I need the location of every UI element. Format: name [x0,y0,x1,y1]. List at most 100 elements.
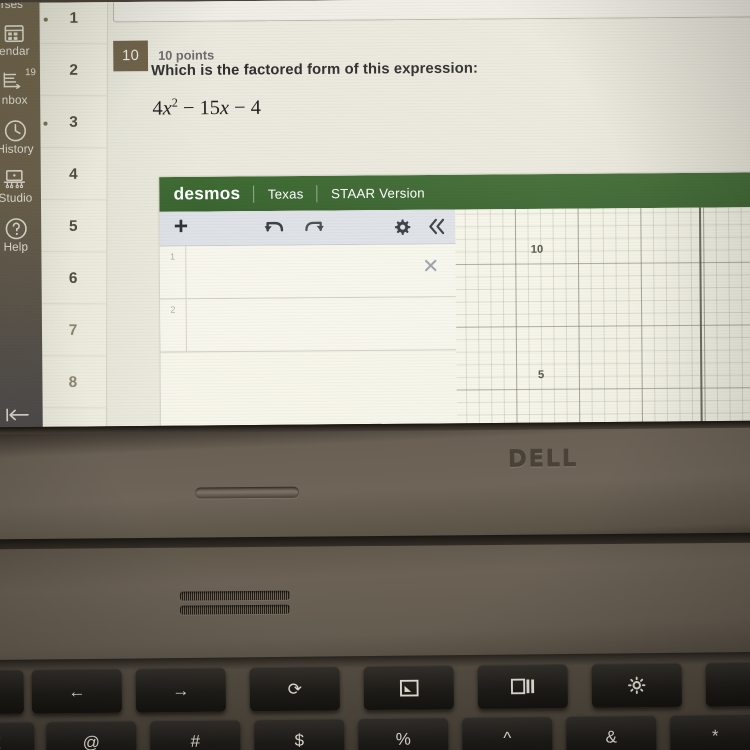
key-window-switcher[interactable] [477,663,568,709]
key-caret[interactable]: ^ [462,716,553,750]
header-divider-2 [316,184,318,202]
unanswered-dot-icon [43,17,48,22]
question-number-strip[interactable]: 1 2 3 4 5 6 7 8 [39,0,109,444]
close-x-icon[interactable]: ✕ [422,253,439,279]
collapse-left-icon [4,403,31,428]
rail-item-studio[interactable]: Studio [0,167,41,205]
double-chevron-left-icon[interactable] [419,218,456,236]
expression-row-2[interactable]: 2 [160,297,457,353]
graph-y-tick-10: 10 [530,243,544,256]
rail-item-inbox[interactable]: 19 nbox [0,66,40,107]
key-fullscreen[interactable] [363,665,454,711]
key-ampersand[interactable]: & [566,715,657,750]
q-label-2: 2 [69,61,78,79]
lms-left-rail[interactable]: rses endar 19 nbox History Studio Help [0,0,43,444]
key-dollar[interactable]: $ [254,718,345,750]
back-arrow-icon: ← [68,681,86,701]
question-strip-item-8[interactable]: 8 [39,356,107,409]
key-exclaim[interactable]: ! [0,721,35,750]
question-strip-item-3[interactable]: 3 [40,96,107,149]
gear-icon[interactable] [385,218,419,236]
expression-index-2: 2 [160,299,188,352]
expression-input-1[interactable] [186,270,456,273]
expr-var-1: x [162,97,172,120]
question-strip-item-4[interactable]: 4 [40,148,107,201]
question-strip-item-5[interactable]: 5 [40,200,107,253]
ampersand-glyph: & [605,726,618,747]
rail-item-calendar[interactable]: endar [0,20,40,58]
desmos-header: desmos Texas STAAR Version [159,172,750,212]
desmos-embed[interactable]: desmos Texas STAAR Version + 1 ✕ 2 10 5 [159,172,750,444]
dell-logo: DELL [507,446,579,473]
rail-collapse-button[interactable] [0,402,43,427]
key-forward-arrow[interactable]: → [135,667,226,713]
rail-item-help[interactable]: Help [0,216,41,254]
clock-icon [2,118,29,143]
question-number-badge: 10 [113,40,149,72]
q-label-8: 8 [68,373,78,391]
desmos-graph-canvas[interactable]: 10 5 [455,206,750,444]
studio-projector-icon [2,167,29,192]
window-switch-icon [510,678,535,695]
brightness-icon [628,676,646,694]
header-divider-1 [253,185,255,203]
q-label-6: 6 [68,269,78,287]
hinge-latch [195,486,300,499]
hash-glyph: # [190,731,201,750]
question-strip-item-6[interactable]: 6 [39,252,107,305]
expr-var-2: x [219,96,230,120]
rail-item-inbox-label: nbox [1,94,28,107]
desmos-body: + 1 ✕ 2 10 5 [159,206,750,444]
key-partial-right[interactable] [705,661,750,707]
question-content-area: 10 10 points Which is the factored form … [104,0,750,444]
key-at[interactable]: @ [46,720,137,750]
rail-item-history[interactable]: History [0,118,41,156]
laptop-bottom-bezel: DELL [0,420,750,546]
photo-of-laptop-screen: 10 10 points Which is the factored form … [0,0,750,750]
redo-arrow-icon[interactable] [294,218,333,237]
rail-item-courses-label[interactable]: rses [1,0,23,11]
inbox-badge-count: 19 [25,66,36,79]
desmos-logo: desmos [173,183,241,204]
fullscreen-icon [399,679,419,697]
speaker-grille-bottom [179,604,291,615]
key-asterisk[interactable]: * [670,713,750,750]
expression-row-1[interactable]: 1 ✕ [159,244,456,300]
question-expression: 4x2 − 15x − 4 [152,95,261,121]
key-refresh[interactable]: ⟳ [249,666,340,712]
q-label-7: 7 [68,321,78,339]
desmos-expression-list[interactable]: 1 ✕ 2 [159,244,458,444]
graph-major-gridlines [455,206,750,444]
undo-arrow-icon[interactable] [255,218,294,237]
key-back-arrow[interactable]: ← [31,668,123,714]
laptop-keyboard[interactable]: ← → ⟳ @ # $ % ^ & * [0,651,750,750]
unanswered-dot-icon [43,121,48,126]
expr-middle: − 15 [177,96,221,120]
question-strip-item-7[interactable]: 7 [39,304,107,357]
refresh-icon: ⟳ [287,679,302,699]
asterisk-glyph: * [711,725,719,745]
at-glyph: @ [82,732,101,750]
q-label-1: 1 [69,8,79,27]
rail-item-studio-label: Studio [0,192,33,205]
add-expression-button[interactable]: + [159,213,202,243]
laptop-deck [0,542,750,668]
q-label-3: 3 [69,113,78,131]
rail-item-help-label: Help [3,241,29,254]
key-hash[interactable]: # [150,719,241,750]
speaker-grille-top [179,590,290,601]
key-partial-left[interactable] [0,669,25,715]
expression-input-2[interactable] [186,323,457,326]
calendar-icon [1,20,28,45]
question-strip-item-1[interactable]: 1 [40,0,108,45]
desmos-toolbar: + [159,209,456,247]
question-strip-item-2[interactable]: 2 [40,44,107,97]
expr-tail: − 4 [228,96,262,120]
key-brightness[interactable] [591,662,682,708]
exclaim-glyph: ! [0,733,2,750]
question-circle-icon [2,216,29,241]
key-percent[interactable]: % [358,717,449,750]
expr-coef-num: 4 [152,97,163,120]
graph-y-tick-5: 5 [537,368,545,382]
desmos-expression-panel[interactable]: + 1 ✕ 2 [159,209,458,444]
